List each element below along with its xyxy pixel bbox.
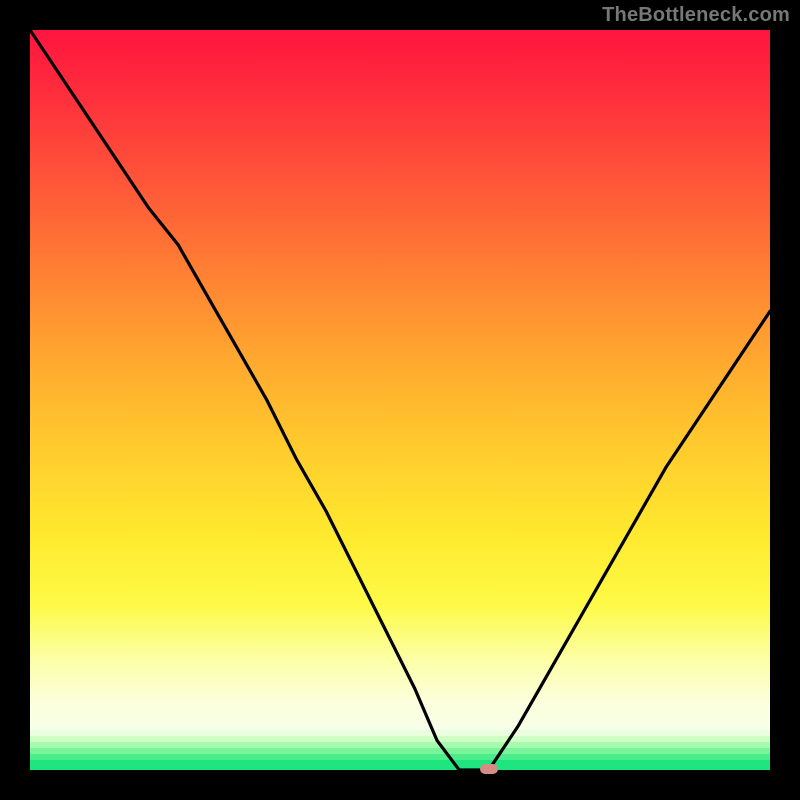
bottleneck-curve	[30, 30, 770, 770]
optimum-marker	[480, 764, 498, 774]
watermark-text: TheBottleneck.com	[602, 4, 790, 27]
plot-area	[30, 30, 770, 770]
chart-frame: TheBottleneck.com	[0, 0, 800, 800]
